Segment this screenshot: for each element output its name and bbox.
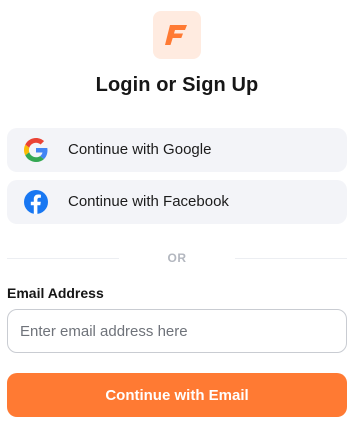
email-label: Email Address	[7, 285, 104, 301]
google-icon	[24, 138, 48, 162]
brand-f-logo-icon	[165, 25, 187, 45]
facebook-button-label: Continue with Facebook	[68, 193, 229, 210]
page-title: Login or Sign Up	[95, 74, 259, 96]
auth-page: Login or Sign Up Continue with Google Co…	[0, 0, 362, 423]
continue-with-google-button[interactable]: Continue with Google	[7, 128, 347, 172]
continue-with-facebook-button[interactable]: Continue with Facebook	[7, 180, 347, 224]
email-input[interactable]	[7, 309, 347, 353]
facebook-icon	[24, 190, 48, 214]
google-button-label: Continue with Google	[68, 141, 212, 158]
divider-line-right	[235, 258, 347, 259]
brand-logo	[153, 11, 201, 59]
continue-with-email-button[interactable]: Continue with Email	[7, 373, 347, 417]
